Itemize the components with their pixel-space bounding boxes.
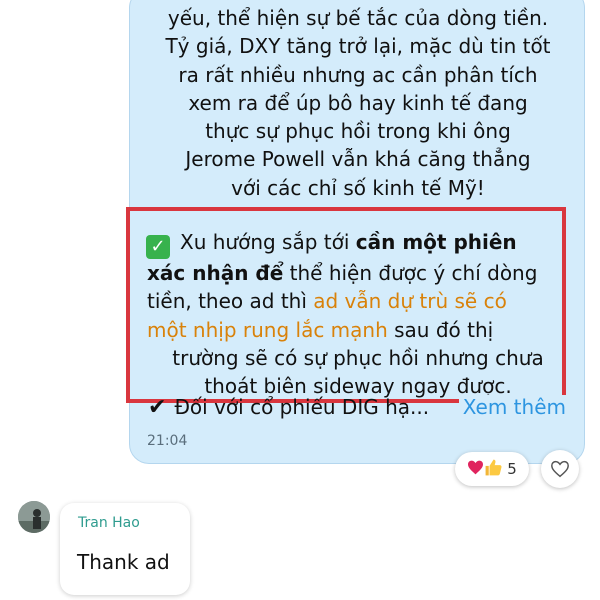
message-line: thực sự phục hồi trong khi ông	[205, 119, 511, 144]
avatar[interactable]	[18, 501, 50, 533]
highlight-annotation-box	[126, 207, 566, 403]
truncated-text: Đối với cổ phiếu DIG hạ...	[174, 395, 430, 419]
heart-outline-icon	[551, 460, 569, 478]
sender-name[interactable]: Tran Hao	[78, 515, 140, 531]
heavy-check-icon: ✔	[148, 395, 167, 420]
message-truncated-line: ✔ Đối với cổ phiếu DIG hạ... Xem thêm	[148, 395, 568, 425]
reply-text: Thank ad	[77, 550, 170, 574]
heart-icon	[467, 460, 484, 479]
message-line: xem ra để úp bô hay kinh tế đang	[188, 90, 528, 115]
reaction-count: 5	[507, 460, 517, 478]
reaction-summary[interactable]: 5	[455, 452, 529, 486]
message-line: Tỷ giá, DXY tăng trở lại, mặc dù tin tốt	[165, 34, 551, 59]
message-line: ra rất nhiều nhưng ac cần phân tích	[178, 62, 538, 87]
message-line: với các chỉ số kinh tế Mỹ!	[231, 175, 485, 200]
message-line: yếu, thể hiện sự bế tắc của dòng tiền.	[167, 6, 549, 30]
message-line: Jerome Powell vẫn khá căng thẳng	[185, 147, 531, 172]
message-time: 21:04	[147, 433, 188, 449]
reply-message-bubble: Tran Hao Thank ad	[60, 503, 190, 595]
thumbs-up-icon	[484, 458, 503, 481]
see-more-link[interactable]: Xem thêm	[458, 395, 566, 419]
message-paragraph-1: yếu, thể hiện sự bế tắc của dòng tiền. T…	[147, 4, 569, 202]
react-button[interactable]	[541, 450, 579, 488]
